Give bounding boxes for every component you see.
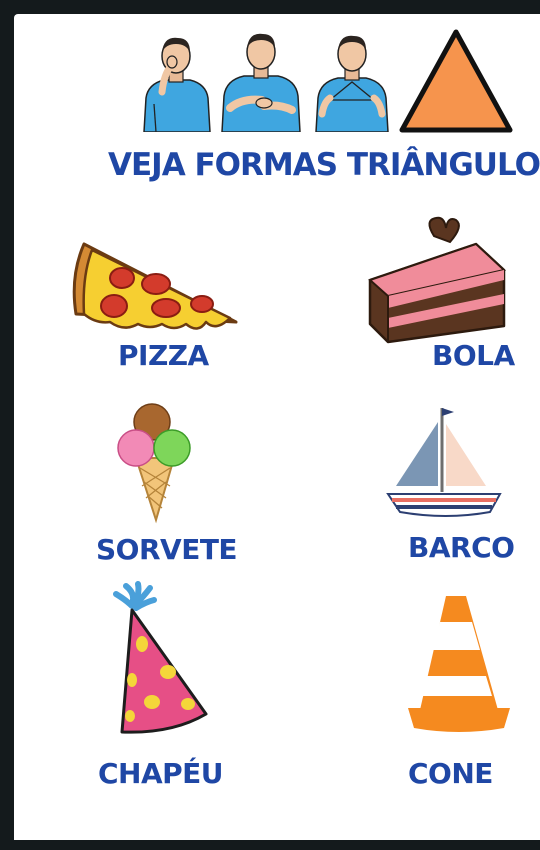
traffic-cone-icon [408, 596, 510, 732]
item-label-cone: CONE [408, 757, 493, 790]
party-hat-icon [113, 581, 208, 734]
cake-slice-icon [368, 216, 507, 344]
item-label-bola: BOLA [432, 339, 515, 372]
pizza-icon [72, 242, 238, 330]
sign-person-2-icon [221, 33, 301, 132]
ice-cream-icon [117, 403, 191, 524]
page-title: VEJA FORMAS TRIÂNGULO [108, 147, 540, 183]
sailboat-icon [386, 408, 502, 517]
item-label-sorvete: SORVETE [96, 533, 238, 566]
top-corner-frame [510, 0, 540, 8]
item-label-chapeu: CHAPÉU [98, 757, 224, 790]
item-label-barco: BARCO [408, 531, 515, 564]
triangle-shape-icon [399, 29, 513, 133]
sign-person-3-icon [315, 35, 389, 132]
item-label-pizza: PIZZA [118, 339, 209, 372]
worksheet-card: VEJA FORMAS TRIÂNGULO PIZZA BOLA SORVETE… [14, 14, 540, 840]
sign-person-1-icon [143, 37, 211, 132]
